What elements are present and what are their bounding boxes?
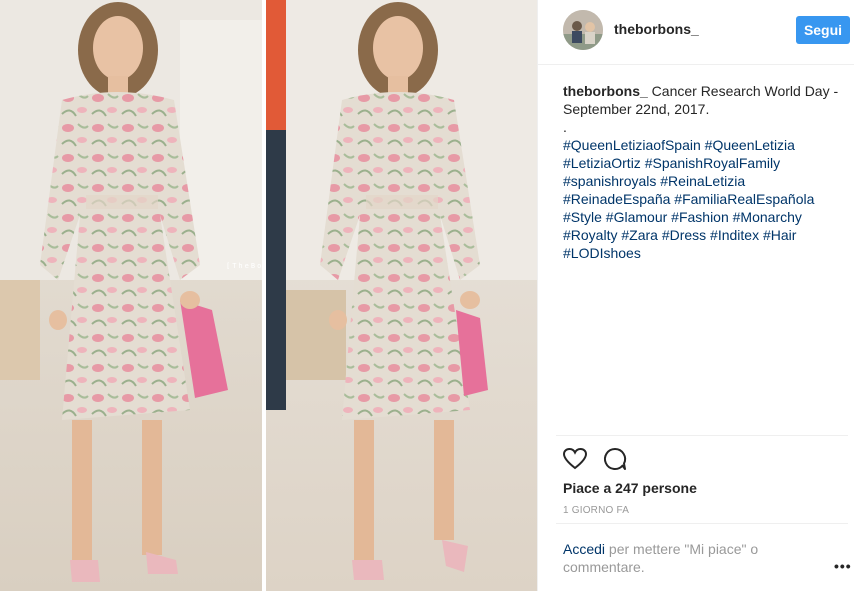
avatar[interactable] — [563, 10, 603, 50]
divider-comment — [556, 523, 848, 524]
caption-username[interactable]: theborbons_ — [563, 83, 648, 99]
login-link[interactable]: Accedi — [563, 541, 605, 557]
photo-right-half — [266, 0, 537, 591]
post-photo[interactable]: [TheBorbons] — [0, 0, 537, 591]
more-options-icon[interactable]: ••• — [834, 558, 852, 574]
post-caption: theborbons_ Cancer Research World Day - … — [563, 82, 848, 262]
photo-left-illustration — [0, 0, 262, 591]
photo-right-illustration — [266, 0, 537, 591]
caption-hashtags[interactable]: #QueenLetiziaofSpain #QueenLetizia #Leti… — [563, 137, 814, 261]
follow-button[interactable]: Segui — [796, 16, 850, 44]
divider-actions — [556, 435, 848, 436]
comment-icon[interactable] — [602, 446, 628, 472]
comment-login-prompt: Accedi per mettere "Mi piace" o commenta… — [563, 540, 793, 576]
avatar-image — [563, 10, 603, 50]
post-timestamp[interactable]: 1 giorno fa — [563, 505, 629, 516]
caption-dot: . — [563, 119, 567, 135]
photo-left-half: [TheBorbons] — [0, 0, 262, 591]
post-header: theborbons_ Segui — [538, 0, 854, 65]
username[interactable]: theborbons_ — [614, 21, 699, 37]
post-side-panel: theborbons_ Segui theborbons_ Cancer Res… — [537, 0, 854, 591]
heart-icon[interactable] — [562, 446, 588, 472]
watermark-text: [TheBorbons] — [226, 262, 262, 270]
likes-count[interactable]: Piace a 247 persone — [563, 480, 697, 496]
